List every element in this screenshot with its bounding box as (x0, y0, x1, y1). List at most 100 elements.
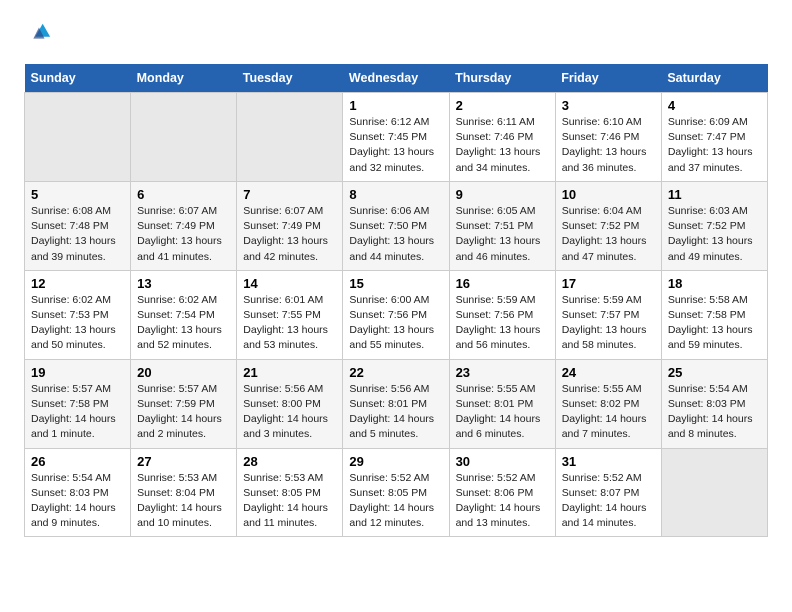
week-row-4: 19 Sunrise: 5:57 AMSunset: 7:58 PMDayligh… (25, 359, 768, 448)
day-info: Sunrise: 5:52 AMSunset: 8:05 PMDaylight:… (349, 471, 442, 532)
cell-1-4: 1 Sunrise: 6:12 AMSunset: 7:45 PMDaylight… (343, 93, 449, 182)
header (24, 20, 768, 48)
day-number: 23 (456, 365, 549, 380)
cell-3-7: 18Sunrise: 5:58 AMSunset: 7:58 PMDayligh… (661, 270, 767, 359)
day-info: Sunrise: 5:57 AMSunset: 7:58 PMDaylight:… (31, 382, 124, 443)
day-number: 22 (349, 365, 442, 380)
day-number: 14 (243, 276, 336, 291)
cell-4-2: 20 Sunrise: 5:57 AMSunset: 7:59 PMDayligh… (131, 359, 237, 448)
cell-4-7: 25 Sunrise: 5:54 AMSunset: 8:03 PMDayligh… (661, 359, 767, 448)
col-header-wednesday: Wednesday (343, 64, 449, 93)
day-number: 10 (562, 187, 655, 202)
col-header-tuesday: Tuesday (237, 64, 343, 93)
day-info: Sunrise: 5:59 AMSunset: 7:56 PMDaylight:… (456, 293, 549, 354)
day-number: 24 (562, 365, 655, 380)
day-info: Sunrise: 5:55 AMSunset: 8:01 PMDaylight:… (456, 382, 549, 443)
day-number: 13 (137, 276, 230, 291)
cell-1-2 (131, 93, 237, 182)
day-info: Sunrise: 5:54 AMSunset: 8:03 PMDaylight:… (668, 382, 761, 443)
col-header-thursday: Thursday (449, 64, 555, 93)
day-info: Sunrise: 5:57 AMSunset: 7:59 PMDaylight:… (137, 382, 230, 443)
day-number: 19 (31, 365, 124, 380)
cell-2-3: 7 Sunrise: 6:07 AMSunset: 7:49 PMDaylight… (237, 181, 343, 270)
day-number: 8 (349, 187, 442, 202)
day-info: Sunrise: 6:02 AMSunset: 7:54 PMDaylight:… (137, 293, 230, 354)
day-info: Sunrise: 5:52 AMSunset: 8:07 PMDaylight:… (562, 471, 655, 532)
cell-1-5: 2 Sunrise: 6:11 AMSunset: 7:46 PMDaylight… (449, 93, 555, 182)
day-info: Sunrise: 5:56 AMSunset: 8:01 PMDaylight:… (349, 382, 442, 443)
day-number: 26 (31, 454, 124, 469)
logo (24, 20, 56, 48)
day-info: Sunrise: 6:03 AMSunset: 7:52 PMDaylight:… (668, 204, 761, 265)
day-info: Sunrise: 6:02 AMSunset: 7:53 PMDaylight:… (31, 293, 124, 354)
logo-icon (24, 20, 52, 48)
cell-2-7: 11 Sunrise: 6:03 AMSunset: 7:52 PMDayligh… (661, 181, 767, 270)
cell-1-3 (237, 93, 343, 182)
cell-3-1: 12Sunrise: 6:02 AMSunset: 7:53 PMDayligh… (25, 270, 131, 359)
cell-3-6: 17 Sunrise: 5:59 AMSunset: 7:57 PMDayligh… (555, 270, 661, 359)
cell-1-6: 3Sunrise: 6:10 AMSunset: 7:46 PMDaylight… (555, 93, 661, 182)
cell-5-2: 27 Sunrise: 5:53 AMSunset: 8:04 PMDayligh… (131, 448, 237, 537)
day-info: Sunrise: 6:11 AMSunset: 7:46 PMDaylight:… (456, 115, 549, 176)
cell-3-2: 13 Sunrise: 6:02 AMSunset: 7:54 PMDayligh… (131, 270, 237, 359)
day-info: Sunrise: 5:59 AMSunset: 7:57 PMDaylight:… (562, 293, 655, 354)
cell-5-5: 30 Sunrise: 5:52 AMSunset: 8:06 PMDayligh… (449, 448, 555, 537)
day-info: Sunrise: 6:00 AMSunset: 7:56 PMDaylight:… (349, 293, 442, 354)
day-number: 1 (349, 98, 442, 113)
col-header-sunday: Sunday (25, 64, 131, 93)
cell-4-1: 19 Sunrise: 5:57 AMSunset: 7:58 PMDayligh… (25, 359, 131, 448)
day-number: 7 (243, 187, 336, 202)
day-number: 20 (137, 365, 230, 380)
cell-3-5: 16 Sunrise: 5:59 AMSunset: 7:56 PMDayligh… (449, 270, 555, 359)
col-header-monday: Monday (131, 64, 237, 93)
cell-1-7: 4 Sunrise: 6:09 AMSunset: 7:47 PMDaylight… (661, 93, 767, 182)
day-number: 16 (456, 276, 549, 291)
day-number: 21 (243, 365, 336, 380)
day-info: Sunrise: 5:58 AMSunset: 7:58 PMDaylight:… (668, 293, 761, 354)
day-number: 30 (456, 454, 549, 469)
cell-5-4: 29 Sunrise: 5:52 AMSunset: 8:05 PMDayligh… (343, 448, 449, 537)
cell-2-5: 9Sunrise: 6:05 AMSunset: 7:51 PMDaylight… (449, 181, 555, 270)
day-info: Sunrise: 6:04 AMSunset: 7:52 PMDaylight:… (562, 204, 655, 265)
col-header-friday: Friday (555, 64, 661, 93)
cell-4-3: 21 Sunrise: 5:56 AMSunset: 8:00 PMDayligh… (237, 359, 343, 448)
day-number: 11 (668, 187, 761, 202)
day-number: 28 (243, 454, 336, 469)
day-info: Sunrise: 5:56 AMSunset: 8:00 PMDaylight:… (243, 382, 336, 443)
day-number: 3 (562, 98, 655, 113)
cell-1-1 (25, 93, 131, 182)
cell-4-4: 22 Sunrise: 5:56 AMSunset: 8:01 PMDayligh… (343, 359, 449, 448)
week-row-1: 1 Sunrise: 6:12 AMSunset: 7:45 PMDaylight… (25, 93, 768, 182)
day-info: Sunrise: 5:52 AMSunset: 8:06 PMDaylight:… (456, 471, 549, 532)
day-number: 29 (349, 454, 442, 469)
day-info: Sunrise: 6:06 AMSunset: 7:50 PMDaylight:… (349, 204, 442, 265)
cell-4-6: 24Sunrise: 5:55 AMSunset: 8:02 PMDayligh… (555, 359, 661, 448)
day-number: 2 (456, 98, 549, 113)
calendar-header: SundayMondayTuesdayWednesdayThursdayFrid… (25, 64, 768, 93)
day-number: 17 (562, 276, 655, 291)
day-info: Sunrise: 5:53 AMSunset: 8:05 PMDaylight:… (243, 471, 336, 532)
day-info: Sunrise: 6:12 AMSunset: 7:45 PMDaylight:… (349, 115, 442, 176)
day-info: Sunrise: 5:54 AMSunset: 8:03 PMDaylight:… (31, 471, 124, 532)
day-info: Sunrise: 6:07 AMSunset: 7:49 PMDaylight:… (243, 204, 336, 265)
day-number: 4 (668, 98, 761, 113)
week-row-5: 26 Sunrise: 5:54 AMSunset: 8:03 PMDayligh… (25, 448, 768, 537)
cell-5-6: 31Sunrise: 5:52 AMSunset: 8:07 PMDayligh… (555, 448, 661, 537)
calendar-table: SundayMondayTuesdayWednesdayThursdayFrid… (24, 64, 768, 537)
day-number: 27 (137, 454, 230, 469)
cell-3-4: 15 Sunrise: 6:00 AMSunset: 7:56 PMDayligh… (343, 270, 449, 359)
cell-5-1: 26 Sunrise: 5:54 AMSunset: 8:03 PMDayligh… (25, 448, 131, 537)
day-number: 15 (349, 276, 442, 291)
day-info: Sunrise: 5:53 AMSunset: 8:04 PMDaylight:… (137, 471, 230, 532)
cell-5-7 (661, 448, 767, 537)
cell-2-2: 6Sunrise: 6:07 AMSunset: 7:49 PMDaylight… (131, 181, 237, 270)
day-info: Sunrise: 6:09 AMSunset: 7:47 PMDaylight:… (668, 115, 761, 176)
header-row: SundayMondayTuesdayWednesdayThursdayFrid… (25, 64, 768, 93)
day-info: Sunrise: 6:07 AMSunset: 7:49 PMDaylight:… (137, 204, 230, 265)
calendar-body: 1 Sunrise: 6:12 AMSunset: 7:45 PMDaylight… (25, 93, 768, 537)
cell-5-3: 28 Sunrise: 5:53 AMSunset: 8:05 PMDayligh… (237, 448, 343, 537)
day-info: Sunrise: 6:08 AMSunset: 7:48 PMDaylight:… (31, 204, 124, 265)
cell-2-6: 10 Sunrise: 6:04 AMSunset: 7:52 PMDayligh… (555, 181, 661, 270)
day-number: 25 (668, 365, 761, 380)
day-info: Sunrise: 6:05 AMSunset: 7:51 PMDaylight:… (456, 204, 549, 265)
